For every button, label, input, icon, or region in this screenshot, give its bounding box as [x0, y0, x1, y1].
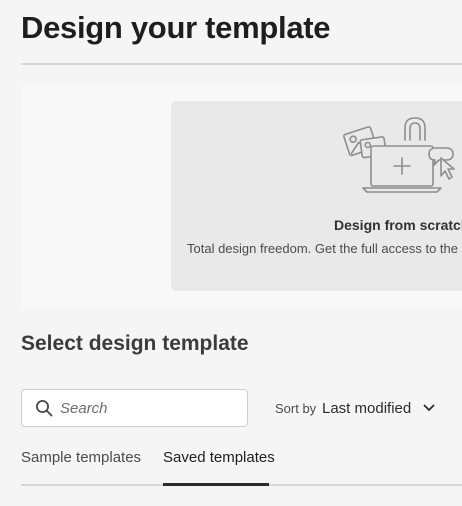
- page-title: Design your template: [21, 10, 331, 45]
- design-from-scratch-card[interactable]: Design from scratch Total design freedom…: [171, 101, 462, 291]
- tab-sample-templates[interactable]: Sample templates: [21, 449, 141, 486]
- sort-picker[interactable]: Last modified: [322, 396, 435, 420]
- sort-value: Last modified: [322, 399, 412, 417]
- tab-saved-templates[interactable]: Saved templates: [163, 449, 275, 486]
- search-input[interactable]: [60, 390, 240, 426]
- section-title: Select design template: [21, 332, 249, 355]
- sort-by-label: Sort by: [275, 401, 317, 416]
- design-from-scratch-title: Design from scratch: [334, 217, 462, 233]
- tab-selected-indicator: [163, 483, 269, 486]
- search-field[interactable]: [21, 389, 248, 427]
- title-divider: [21, 63, 462, 65]
- design-from-scratch-illustration: [343, 117, 455, 193]
- chevron-down-icon: [423, 404, 435, 412]
- design-from-scratch-description: Total design freedom. Get the full acces…: [187, 241, 458, 256]
- search-icon: [36, 400, 53, 417]
